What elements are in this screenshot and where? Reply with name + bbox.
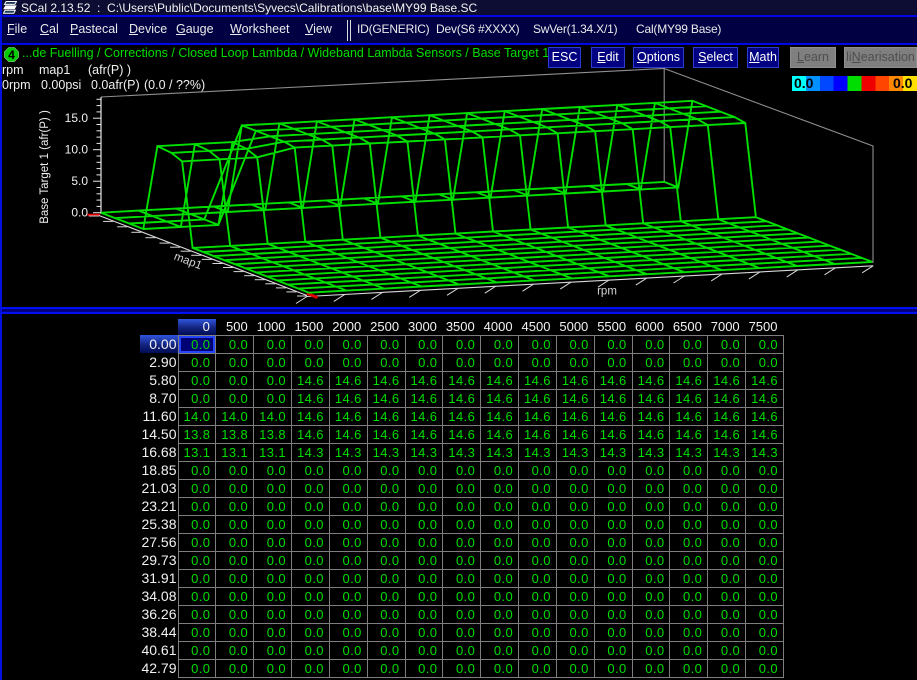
svg-text:5.0: 5.0 — [71, 174, 88, 188]
svg-text:rpm: rpm — [597, 286, 617, 298]
svg-text:Base Target 1 (afr(P) ): Base Target 1 (afr(P) ) — [39, 110, 51, 224]
svg-text:10.0: 10.0 — [65, 143, 89, 157]
svg-text:15.0: 15.0 — [65, 111, 89, 125]
svg-text:0.0: 0.0 — [71, 206, 88, 220]
